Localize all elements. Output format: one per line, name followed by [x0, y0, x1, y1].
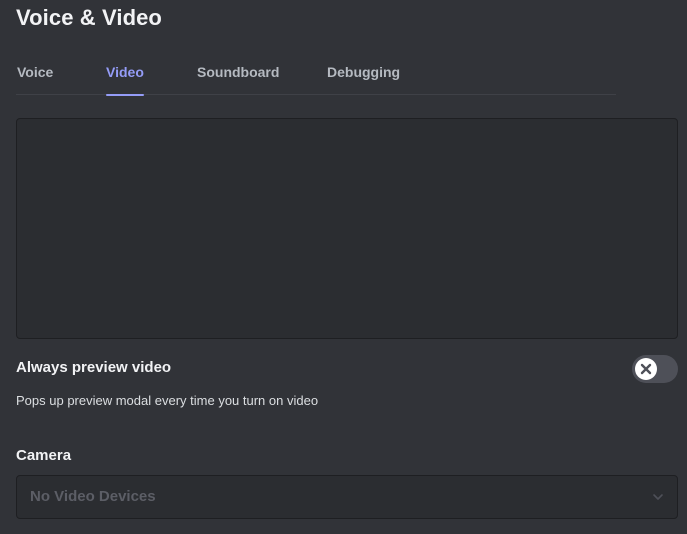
- x-icon: [640, 363, 652, 375]
- camera-select[interactable]: No Video Devices: [16, 475, 678, 519]
- chevron-down-icon: [653, 494, 663, 500]
- camera-label: Camera: [16, 447, 72, 464]
- tab-voice[interactable]: Voice: [17, 62, 53, 95]
- always-preview-video-toggle[interactable]: [632, 355, 678, 383]
- tab-debugging[interactable]: Debugging: [327, 62, 400, 95]
- always-preview-video-title: Always preview video: [16, 359, 172, 376]
- tab-video[interactable]: Video: [106, 62, 144, 96]
- always-preview-video-description: Pops up preview modal every time you tur…: [16, 393, 319, 408]
- tab-bar: Voice Video Soundboard Debugging: [16, 62, 616, 96]
- page-title: Voice & Video: [16, 5, 162, 30]
- toggle-knob: [635, 358, 657, 380]
- camera-select-value: No Video Devices: [30, 488, 156, 505]
- tab-soundboard[interactable]: Soundboard: [197, 62, 279, 95]
- voice-video-settings-page: Voice & Video Voice Video Soundboard Deb…: [0, 0, 687, 534]
- video-preview-area: [16, 118, 678, 339]
